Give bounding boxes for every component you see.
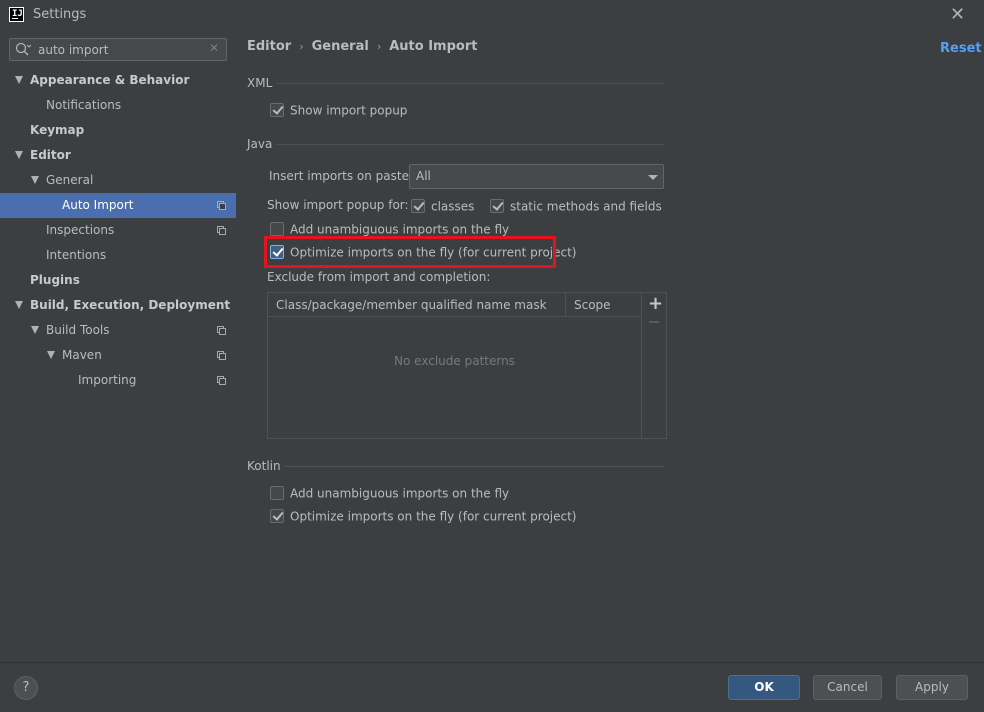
breadcrumb-item-auto-import: Auto Import xyxy=(389,39,478,54)
checkbox-unchecked-icon[interactable] xyxy=(270,221,284,236)
section-divider xyxy=(284,466,664,467)
apply-button[interactable]: Apply xyxy=(896,675,968,700)
project-scope-icon xyxy=(217,201,226,210)
sidebar-item-maven[interactable]: Maven xyxy=(0,343,236,368)
insert-imports-dropdown[interactable]: All xyxy=(409,164,664,189)
sidebar-item-appearance-behavior[interactable]: Appearance & Behavior xyxy=(0,68,236,93)
settings-sidebar: ✕ Appearance & Behavior Notifications Keym… xyxy=(0,30,236,662)
sidebar-item-label: General xyxy=(46,173,94,187)
static-methods-checkbox[interactable]: static methods and fields xyxy=(490,197,662,215)
expand-arrow-icon[interactable] xyxy=(31,176,39,184)
dropdown-selected-value: All xyxy=(416,169,431,183)
project-scope-icon xyxy=(217,326,226,335)
clear-search-icon[interactable]: ✕ xyxy=(209,41,219,55)
exclude-label: Exclude from import and completion: xyxy=(267,270,491,284)
classes-checkbox[interactable]: classes xyxy=(411,197,474,215)
expand-arrow-icon[interactable] xyxy=(15,301,23,309)
sidebar-item-label: Importing xyxy=(78,373,137,387)
sidebar-item-keymap[interactable]: Keymap xyxy=(0,118,236,143)
checkbox-checked-icon[interactable] xyxy=(270,102,284,117)
sidebar-item-label: Maven xyxy=(62,348,102,362)
checkbox-checked-icon[interactable] xyxy=(490,198,504,213)
sidebar-item-label: Editor xyxy=(30,148,71,162)
sidebar-item-intentions[interactable]: Intentions xyxy=(0,243,236,268)
empty-table-message: No exclude patterns xyxy=(394,354,515,368)
search-box[interactable]: ✕ xyxy=(9,38,227,61)
sidebar-item-auto-import[interactable]: Auto Import xyxy=(0,193,236,218)
checkbox-label: Add unambiguous imports on the fly xyxy=(290,222,510,237)
sidebar-item-label: Appearance & Behavior xyxy=(30,73,190,87)
project-scope-icon xyxy=(217,226,226,235)
sidebar-item-label: Plugins xyxy=(30,273,80,287)
search-icon xyxy=(15,42,31,56)
breadcrumb-item-editor[interactable]: Editor xyxy=(247,39,291,54)
sidebar-item-notifications[interactable]: Notifications xyxy=(0,93,236,118)
sidebar-item-label: Build, Execution, Deployment xyxy=(30,298,231,312)
exclude-patterns-table: Class/package/member qualified name mask… xyxy=(267,292,667,439)
help-button[interactable]: ? xyxy=(14,676,38,700)
breadcrumb-separator-icon: › xyxy=(299,40,304,53)
search-input[interactable] xyxy=(38,41,208,58)
kotlin-optimize-imports-checkbox[interactable]: Optimize imports on the fly (for current… xyxy=(270,507,576,525)
xml-show-import-popup-checkbox[interactable]: Show import popup xyxy=(270,101,407,119)
checkbox-label: Optimize imports on the fly (for current… xyxy=(290,509,577,524)
checkbox-label: Show import popup xyxy=(290,103,408,118)
section-title-java: Java xyxy=(247,137,273,151)
checkbox-label: classes xyxy=(431,199,475,214)
dialog-footer: ? OK Cancel Apply xyxy=(0,662,984,712)
table-toolbar: + xyxy=(641,293,666,438)
expand-arrow-icon[interactable] xyxy=(15,76,23,84)
checkbox-unchecked-icon[interactable] xyxy=(270,485,284,500)
app-icon-text: IJ xyxy=(12,9,23,19)
sidebar-item-label: Intentions xyxy=(46,248,107,262)
expand-arrow-icon[interactable] xyxy=(15,151,23,159)
settings-tree: Appearance & Behavior Notifications Keymap… xyxy=(0,68,236,393)
sidebar-item-plugins[interactable]: Plugins xyxy=(0,268,236,293)
sidebar-item-label: Inspections xyxy=(46,223,115,237)
reset-link[interactable]: Reset xyxy=(940,41,982,56)
breadcrumb-item-general[interactable]: General xyxy=(312,39,369,54)
sidebar-item-label: Notifications xyxy=(46,98,122,112)
highlight-annotation-box xyxy=(264,236,556,268)
column-header-mask[interactable]: Class/package/member qualified name mask xyxy=(268,293,566,317)
ok-button[interactable]: OK xyxy=(728,675,800,700)
sidebar-item-general[interactable]: General xyxy=(0,168,236,193)
section-divider xyxy=(277,83,664,84)
project-scope-icon xyxy=(217,376,226,385)
expand-arrow-icon[interactable] xyxy=(47,351,55,359)
section-title-kotlin: Kotlin xyxy=(247,459,281,473)
sidebar-item-editor[interactable]: Editor xyxy=(0,143,236,168)
sidebar-item-label: Keymap xyxy=(30,123,85,137)
checkbox-label: static methods and fields xyxy=(510,199,662,214)
intellij-app-icon: IJ xyxy=(9,7,24,22)
add-icon[interactable]: + xyxy=(648,294,663,314)
chevron-down-icon xyxy=(648,175,658,180)
remove-icon xyxy=(649,321,659,323)
section-title-xml: XML xyxy=(247,76,273,90)
sidebar-item-importing[interactable]: Importing xyxy=(0,368,236,393)
checkbox-checked-icon[interactable] xyxy=(270,508,284,523)
window-title: Settings xyxy=(33,7,87,22)
table-body[interactable]: No exclude patterns xyxy=(268,317,641,438)
kotlin-add-unambiguous-checkbox[interactable]: Add unambiguous imports on the fly xyxy=(270,484,509,502)
checkbox-checked-icon[interactable] xyxy=(411,198,425,213)
show-popup-for-label: Show import popup for: xyxy=(267,198,409,212)
column-header-scope[interactable]: Scope xyxy=(566,293,641,317)
sidebar-item-label: Build Tools xyxy=(46,323,110,337)
sidebar-item-build-tools[interactable]: Build Tools xyxy=(0,318,236,343)
sidebar-item-label: Auto Import xyxy=(62,198,134,212)
checkbox-label: Add unambiguous imports on the fly xyxy=(290,486,510,501)
cancel-button[interactable]: Cancel xyxy=(813,675,882,700)
section-divider xyxy=(277,144,664,145)
breadcrumb-separator-icon: › xyxy=(376,40,382,53)
sidebar-item-inspections[interactable]: Inspections xyxy=(0,218,236,243)
insert-imports-label: Insert imports on paste: xyxy=(269,169,414,183)
title-bar: IJ Settings ✕ xyxy=(0,0,984,30)
sidebar-item-build-execution-deployment[interactable]: Build, Execution, Deployment xyxy=(0,293,236,318)
expand-arrow-icon[interactable] xyxy=(31,326,39,334)
close-icon[interactable]: ✕ xyxy=(950,4,965,25)
table-header: Class/package/member qualified name mask… xyxy=(268,293,641,317)
breadcrumb: Editor › General › Auto Import xyxy=(247,39,477,54)
project-scope-icon xyxy=(217,351,226,360)
